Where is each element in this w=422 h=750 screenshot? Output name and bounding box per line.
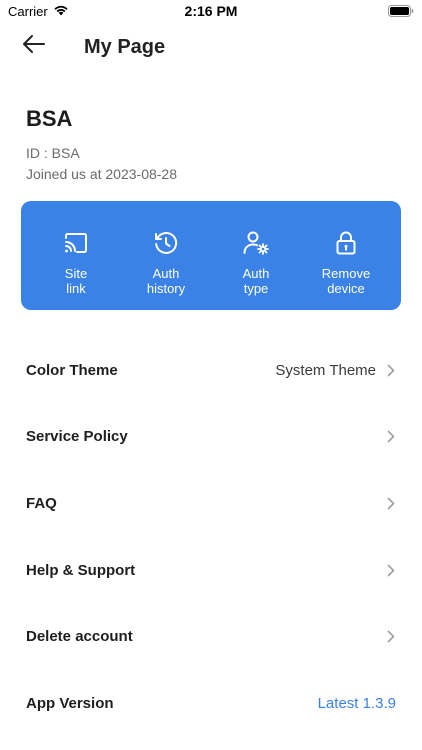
nav-bar: My Page <box>0 24 422 72</box>
menu-item-service-policy[interactable]: Service Policy <box>0 404 422 471</box>
menu-item-color-theme[interactable]: Color Theme System Theme <box>0 337 422 404</box>
menu-item-label: Service Policy <box>26 428 128 446</box>
quick-actions-card: Site link Auth history Auth type Remove … <box>21 201 401 310</box>
menu-item-label: Delete account <box>26 628 133 646</box>
profile-id: ID : BSA <box>26 145 80 161</box>
arrow-left-icon <box>22 34 46 59</box>
menu-item-label: Color Theme <box>26 361 118 379</box>
status-time: 2:16 PM <box>184 3 238 19</box>
menu-item-faq[interactable]: FAQ <box>0 470 422 537</box>
settings-menu: Color Theme System Theme Service Policy … <box>0 337 422 737</box>
chevron-right-icon <box>386 363 396 377</box>
back-button[interactable] <box>18 30 50 62</box>
menu-item-delete-account[interactable]: Delete account <box>0 603 422 670</box>
remove-device-label: Remove device <box>321 266 371 296</box>
chevron-right-icon <box>386 430 396 444</box>
color-theme-value: System Theme <box>275 361 376 379</box>
profile-name: BSA <box>26 106 73 131</box>
menu-item-label: FAQ <box>26 494 57 512</box>
site-link-label: Site link <box>64 266 88 296</box>
status-bar: Carrier 2:16 PM <box>0 0 422 22</box>
auth-type-label: Auth type <box>242 266 270 296</box>
page-title: My Page <box>84 36 166 58</box>
auth-history-button[interactable]: Auth history <box>123 229 209 296</box>
menu-item-app-version[interactable]: App Version Latest 1.3.9 <box>0 670 422 737</box>
menu-item-help-support[interactable]: Help & Support <box>0 537 422 604</box>
app-version-value[interactable]: Latest 1.3.9 <box>318 695 396 712</box>
auth-type-button[interactable]: Auth type <box>213 229 299 296</box>
chevron-right-icon <box>386 563 396 577</box>
menu-item-label: Help & Support <box>26 561 136 579</box>
user-gear-icon <box>242 229 270 257</box>
my-page-screen: Carrier 2:16 PM My Page BSA ID: BSA Joi… <box>0 0 422 750</box>
profile-joined-date: Joined us at 2023-08-28 <box>26 166 177 182</box>
site-link-button[interactable]: Site link <box>33 229 119 296</box>
chevron-right-icon <box>386 630 396 644</box>
remove-device-button[interactable]: Remove device <box>303 229 389 296</box>
battery-icon <box>388 4 414 20</box>
menu-item-label: App Version <box>26 694 114 712</box>
chevron-right-icon <box>386 496 396 510</box>
auth-history-label: Auth history <box>146 266 186 296</box>
cast-icon <box>62 229 90 257</box>
history-clock-icon <box>152 229 180 257</box>
lock-icon <box>332 229 360 257</box>
